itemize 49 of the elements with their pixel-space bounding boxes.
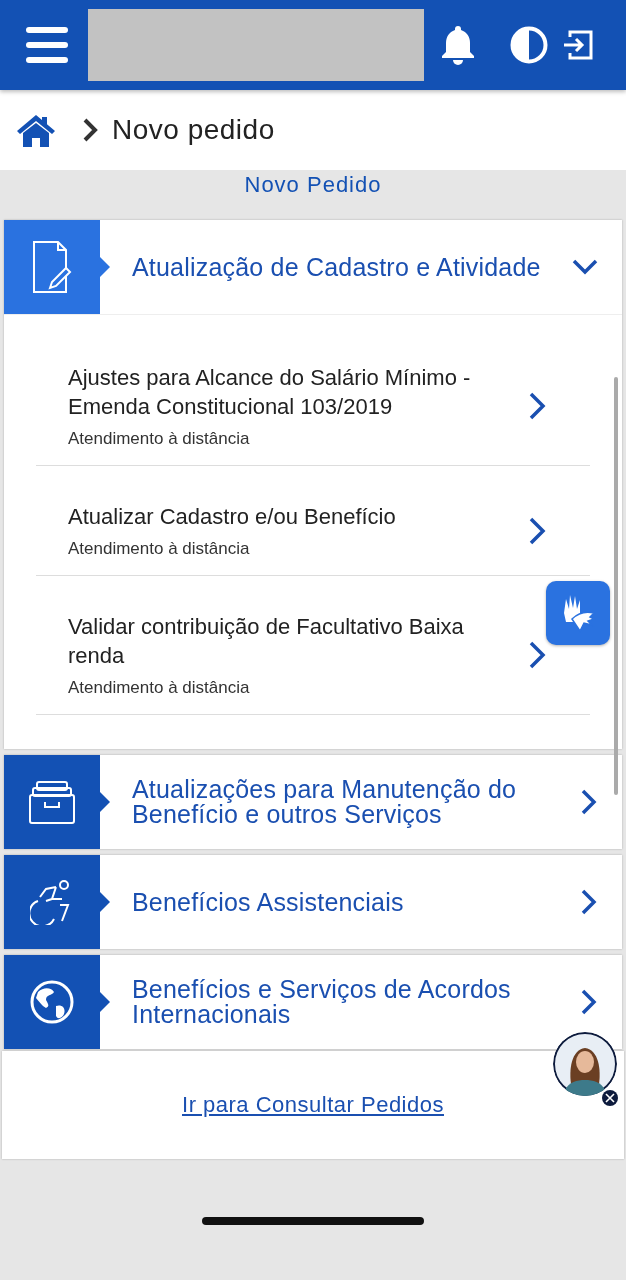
chevron-right-icon [528,641,546,669]
category-title: Atualização de Cadastro e Atividade [132,254,542,280]
service-mode: Atendimento à distância [68,678,251,698]
tile-pointer [100,257,110,277]
close-icon [605,1093,615,1103]
menu-button[interactable] [26,25,68,65]
service-mode: Atendimento à distância [68,429,251,449]
tile-pointer [100,892,110,912]
chevron-right-icon [82,117,98,143]
login-icon [562,29,594,61]
menu-icon [26,25,68,65]
service-mode: Atendimento à distância [68,539,251,559]
notifications-button[interactable] [440,24,476,66]
chevron-down-icon [572,259,598,275]
category-header[interactable]: Benefícios Assistenciais [4,855,622,949]
assistant-button[interactable] [553,1032,617,1096]
tile-pointer [100,792,110,812]
category-title: Benefícios e Serviços de Acordos Internacionais [132,977,512,1027]
category-header[interactable]: Atualizações para Manutenção do Benefício e outros Serviços [4,755,622,849]
avatar-icon [553,1032,617,1096]
chevron-right-icon [528,392,546,420]
service-title: Ajustes para Alcance do Salário Mínimo - Emenda Constitucional 103/2019 [68,364,472,421]
consult-requests-link[interactable]: Ir para Consultar Pedidos [182,1092,444,1118]
tile-pointer [100,992,110,1012]
service-title: Atualizar Cadastro e/ou Benefício [68,503,397,531]
page-title: Novo Pedido [244,172,382,198]
home-link[interactable] [16,113,56,147]
service-item[interactable]: Validar contribuição de Facultativo Baixa renda Atendimento à distância [36,612,546,698]
sign-language-button[interactable] [546,581,610,645]
home-icon [16,113,56,147]
service-item[interactable]: Ajustes para Alcance do Salário Mínimo - Emenda Constitucional 103/2019 Atendimento à distância [36,363,546,449]
category-title: Atualizações para Manutenção do Benefício e outros Serviços [132,777,518,827]
document-edit-icon [32,240,72,294]
category-title: Benefícios Assistenciais [132,889,405,915]
bell-icon [440,24,476,66]
login-button[interactable] [562,29,594,61]
chevron-right-icon [528,516,546,545]
breadcrumb-current: Novo pedido [112,114,275,146]
category-header[interactable]: Atualização de Cadastro e Atividade [4,220,622,314]
scrollbar[interactable] [614,377,618,795]
chevron-right-icon [580,789,598,815]
contrast-button[interactable] [510,26,548,64]
globe-icon [30,980,74,1024]
chevron-right-icon [580,989,598,1015]
chevron-right-icon [580,889,598,915]
service-title: Validar contribuição de Facultativo Baixa renda [68,613,465,670]
service-item[interactable]: Atualizar Cadastro e/ou Benefício Atendimento à distância [36,502,546,559]
contrast-icon [510,26,548,64]
archive-box-icon [29,779,75,825]
